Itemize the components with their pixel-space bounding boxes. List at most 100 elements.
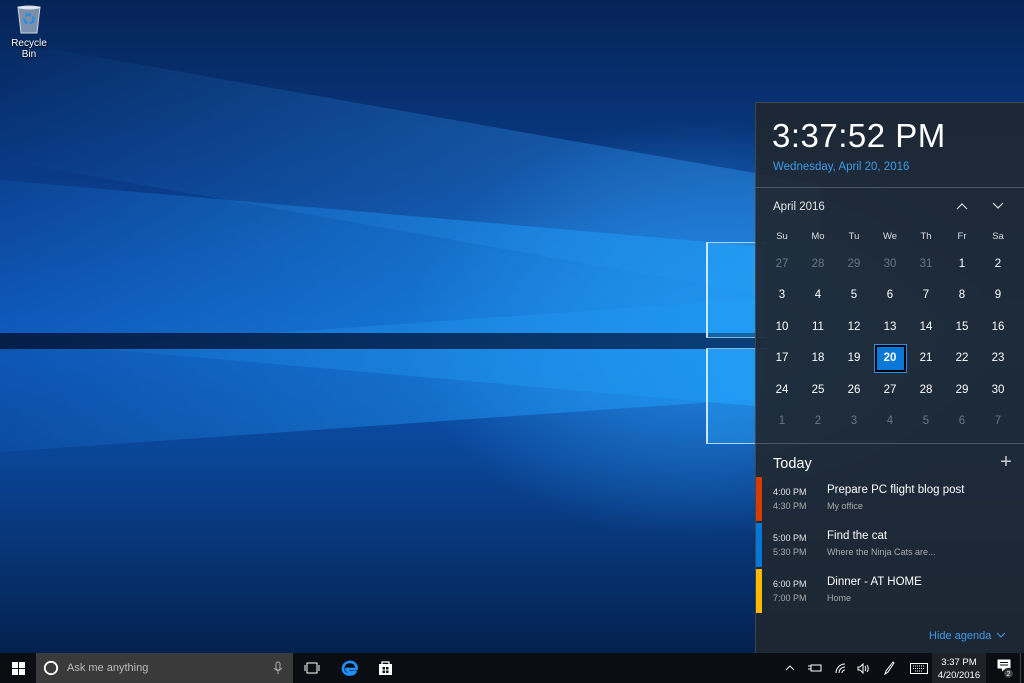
calendar-week-row: 1234567: [764, 406, 1016, 438]
start-button[interactable]: [0, 653, 36, 683]
calendar-day[interactable]: 6: [872, 280, 908, 312]
calendar-day[interactable]: 16: [980, 311, 1016, 343]
speaker-icon: [857, 662, 869, 674]
event-end-time: 5:30 PM: [773, 547, 807, 557]
pen-icon: [884, 661, 895, 675]
battery-tray-button[interactable]: [804, 653, 826, 683]
taskbar-date: 4/20/2016: [937, 670, 981, 681]
calendar-day[interactable]: 4: [872, 406, 908, 438]
notification-count-badge: 2: [1003, 668, 1014, 679]
calendar-weeks: 27 28 29 30 31 1 2 3 4 5 6 7 8 9 10 11 12 13 14 15 16 17 18 19 2…: [764, 248, 1016, 437]
chevron-up-icon: [785, 665, 795, 671]
weekday-label: We: [882, 231, 898, 242]
calendar-day[interactable]: 5: [836, 280, 872, 312]
hide-agenda-button[interactable]: Hide agenda: [929, 630, 1006, 642]
calendar-day[interactable]: 5: [908, 406, 944, 438]
calendar-day[interactable]: 18: [800, 343, 836, 375]
calendar-week-row: 17 18 19 20 21 22 23: [764, 343, 1016, 375]
touch-keyboard-button[interactable]: [906, 653, 932, 683]
calendar-grid: Su Mo Tu We Th Fr Sa 27 28 29 30 31 1 2 3 4 5 6 7 8 9 10 11 12…: [764, 226, 1016, 437]
event-color-bar: [756, 523, 762, 567]
event-start-time: 5:00 PM: [773, 533, 807, 543]
calendar-day[interactable]: 11: [800, 311, 836, 343]
calendar-day[interactable]: 31: [908, 248, 944, 280]
weekday-header-row: Su Mo Tu We Th Fr Sa: [764, 226, 1016, 248]
calendar-prev-month-button[interactable]: [951, 195, 973, 217]
add-event-button[interactable]: +: [996, 452, 1016, 473]
store-icon: [378, 661, 392, 675]
calendar-day[interactable]: 19: [836, 343, 872, 375]
calendar-day[interactable]: 12: [836, 311, 872, 343]
calendar-day[interactable]: 30: [872, 248, 908, 280]
calendar-month-label[interactable]: April 2016: [773, 201, 825, 213]
event-start-time: 4:00 PM: [773, 487, 807, 497]
calendar-day[interactable]: 7: [908, 280, 944, 312]
calendar-day[interactable]: 3: [836, 406, 872, 438]
action-center-button[interactable]: 2: [990, 653, 1018, 683]
calendar-day-today[interactable]: 20: [872, 343, 908, 375]
desktop-icon-recycle-bin[interactable]: Recycle Bin: [4, 4, 54, 60]
windows-ink-button[interactable]: [878, 653, 900, 683]
calendar-day[interactable]: 24: [764, 374, 800, 406]
calendar-day[interactable]: 21: [908, 343, 944, 375]
calendar-day[interactable]: 8: [944, 280, 980, 312]
agenda-event[interactable]: 4:00 PM 4:30 PM Prepare PC flight blog pos…: [756, 477, 1024, 521]
calendar-day[interactable]: 27: [764, 248, 800, 280]
calendar-day[interactable]: 23: [980, 343, 1016, 375]
microphone-icon[interactable]: [273, 661, 283, 675]
calendar-day[interactable]: 22: [944, 343, 980, 375]
calendar-day[interactable]: 29: [944, 374, 980, 406]
calendar-day[interactable]: 26: [836, 374, 872, 406]
divider: [756, 443, 1024, 444]
calendar-day[interactable]: 10: [764, 311, 800, 343]
show-hidden-icons-button[interactable]: [780, 653, 800, 683]
chevron-down-icon: [997, 632, 1006, 638]
calendar-day[interactable]: 2: [800, 406, 836, 438]
agenda-event[interactable]: 5:00 PM 5:30 PM Find the cat Where the Ninj…: [756, 523, 1024, 567]
event-title: Dinner - AT HOME: [827, 576, 922, 588]
taskbar-time: 3:37 PM: [941, 657, 977, 668]
calendar-week-row: 27 28 29 30 31 1 2: [764, 248, 1016, 280]
calendar-day[interactable]: 27: [872, 374, 908, 406]
calendar-day[interactable]: 13: [872, 311, 908, 343]
clock-time: 3:37:52 PM: [772, 117, 946, 154]
agenda-event[interactable]: 6:00 PM 7:00 PM Dinner - AT HOME Home: [756, 569, 1024, 613]
calendar-day[interactable]: 1: [764, 406, 800, 438]
calendar-day[interactable]: 6: [944, 406, 980, 438]
calendar-day[interactable]: 1: [944, 248, 980, 280]
show-desktop-button[interactable]: [1020, 653, 1024, 683]
taskbar-app-store[interactable]: [370, 653, 400, 683]
calendar-day[interactable]: 25: [800, 374, 836, 406]
edge-icon: [341, 660, 358, 676]
calendar-day[interactable]: 14: [908, 311, 944, 343]
event-color-bar: [756, 569, 762, 613]
task-view-button[interactable]: [298, 653, 326, 683]
event-title: Find the cat: [827, 530, 888, 542]
calendar-day[interactable]: 17: [764, 343, 800, 375]
divider: [756, 187, 1024, 188]
calendar-day[interactable]: 9: [980, 280, 1016, 312]
calendar-day[interactable]: 4: [800, 280, 836, 312]
wifi-tray-button[interactable]: [830, 653, 852, 683]
calendar-day[interactable]: 7: [980, 406, 1016, 438]
event-location: Home: [827, 593, 852, 603]
taskbar: Ask me anything 3:37 PM 4/20/2016 2: [0, 653, 1024, 683]
calendar-day[interactable]: 15: [944, 311, 980, 343]
calendar-week-row: 3456789: [764, 280, 1016, 312]
calendar-day[interactable]: 29: [836, 248, 872, 280]
cortana-search-box[interactable]: Ask me anything: [36, 653, 293, 683]
taskbar-app-edge[interactable]: [334, 653, 364, 683]
calendar-day[interactable]: 2: [980, 248, 1016, 280]
hide-agenda-label: Hide agenda: [929, 630, 992, 642]
calendar-day[interactable]: 3: [764, 280, 800, 312]
calendar-day[interactable]: 30: [980, 374, 1016, 406]
event-end-time: 4:30 PM: [773, 501, 807, 511]
clock-date-link[interactable]: Wednesday, April 20, 2016: [773, 161, 909, 173]
calendar-day[interactable]: 28: [800, 248, 836, 280]
taskbar-clock[interactable]: 3:37 PM 4/20/2016: [932, 653, 986, 683]
weekday-label: Fr: [957, 231, 967, 242]
calendar-next-month-button[interactable]: [987, 195, 1009, 217]
volume-tray-button[interactable]: [852, 653, 874, 683]
calendar-day[interactable]: 28: [908, 374, 944, 406]
keyboard-icon: [910, 662, 928, 674]
